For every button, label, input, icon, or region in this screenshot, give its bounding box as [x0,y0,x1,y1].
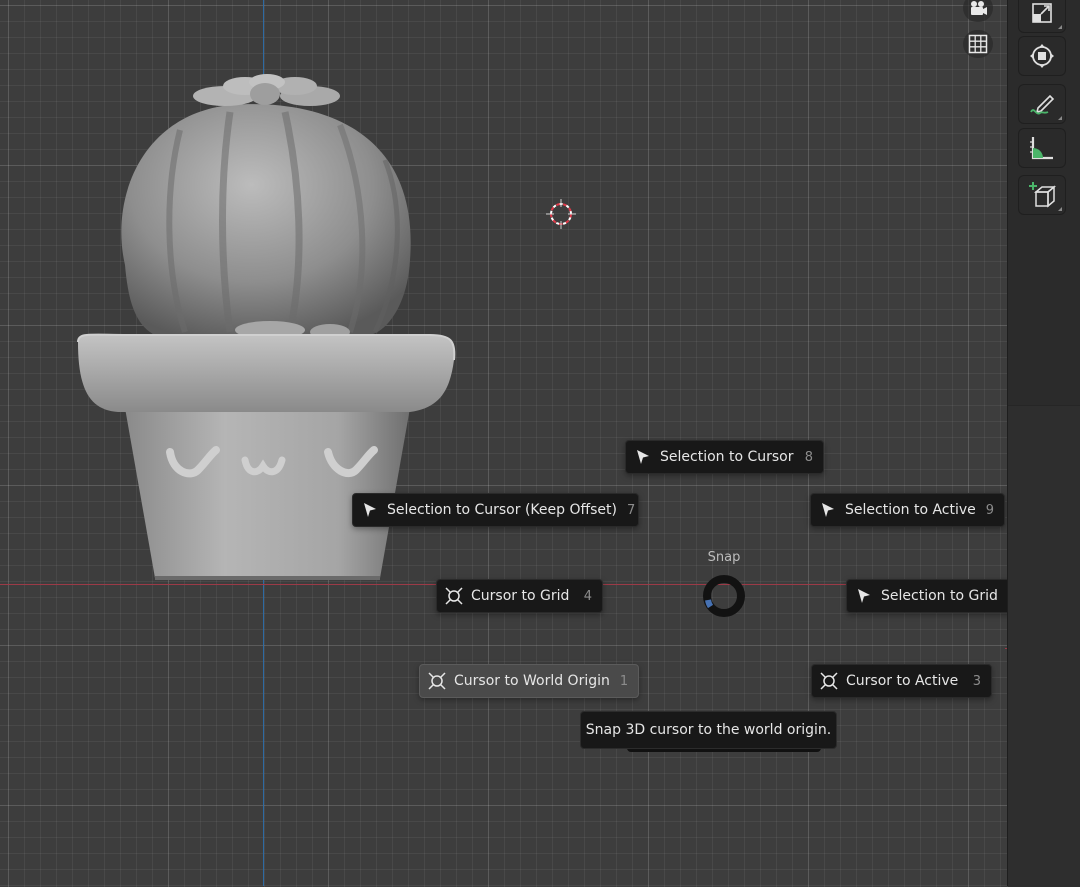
3d-cursor[interactable] [546,199,576,229]
toggle-perspective-button[interactable] [963,30,993,58]
pie-menu-direction-ring [703,575,745,617]
grid-icon [968,34,988,54]
pie-item-cursor-to-grid[interactable]: Cursor to Grid 4 [436,579,603,613]
3d-cursor-icon [420,665,454,697]
scale-tool-button[interactable] [1019,0,1065,32]
pie-item-label: Selection to Cursor (Keep Offset) [387,502,617,518]
pie-item-label: Cursor to Grid [471,588,570,604]
pie-item-shortcut: 8 [804,449,813,465]
transform-icon [1030,44,1054,68]
pie-item-shortcut: 7 [626,502,636,518]
pie-item-cursor-to-active[interactable]: Cursor to Active 3 [811,664,992,698]
add-cube-icon [1029,182,1057,208]
pie-item-cursor-to-world-origin[interactable]: Cursor to World Origin 1 [419,664,639,698]
pie-item-selection-to-active[interactable]: Selection to Active 9 [810,493,1005,527]
pie-item-label: Cursor to World Origin [454,673,610,689]
pie-item-selection-to-grid[interactable]: Selection to Grid 6 [846,579,1029,613]
tooltip: Snap 3D cursor to the world origin. [580,711,837,749]
3d-cursor-icon [812,665,846,697]
camera-view-button[interactable] [963,0,993,22]
pie-item-shortcut: 4 [583,588,592,604]
arrow-cursor-icon [811,494,845,526]
scale-icon [1032,3,1052,23]
arrow-cursor-icon [847,580,881,612]
pie-item-shortcut: 9 [985,502,995,518]
toolbar-lower-area [1008,405,1080,887]
measure-tool-button[interactable] [1019,129,1065,167]
right-toolbar [1007,0,1080,887]
add-cube-tool-button[interactable] [1019,176,1065,214]
transform-tool-button[interactable] [1019,37,1065,75]
pie-item-shortcut: 3 [972,673,981,689]
annotate-tool-button[interactable] [1019,85,1065,123]
pie-item-label: Selection to Cursor [660,449,794,465]
pie-item-selection-to-cursor[interactable]: Selection to Cursor 8 [625,440,824,474]
pie-item-label: Cursor to Active [846,673,959,689]
annotate-icon [1030,94,1055,115]
pie-item-selection-to-cursor-keep-offset[interactable]: Selection to Cursor (Keep Offset) 7 [352,493,639,527]
pie-item-label: Selection to Active [845,502,976,518]
arrow-cursor-icon [626,441,660,473]
3d-viewport[interactable]: Snap Selection to Cursor 8 Selection to … [0,0,1029,886]
pie-menu-title: Snap [707,550,741,565]
camera-icon [971,1,987,15]
measure-icon [1030,137,1053,160]
3d-cursor-icon [437,580,471,612]
arrow-cursor-icon [353,494,387,526]
pie-item-label: Selection to Grid [881,588,998,604]
pie-item-shortcut: 1 [619,673,629,689]
